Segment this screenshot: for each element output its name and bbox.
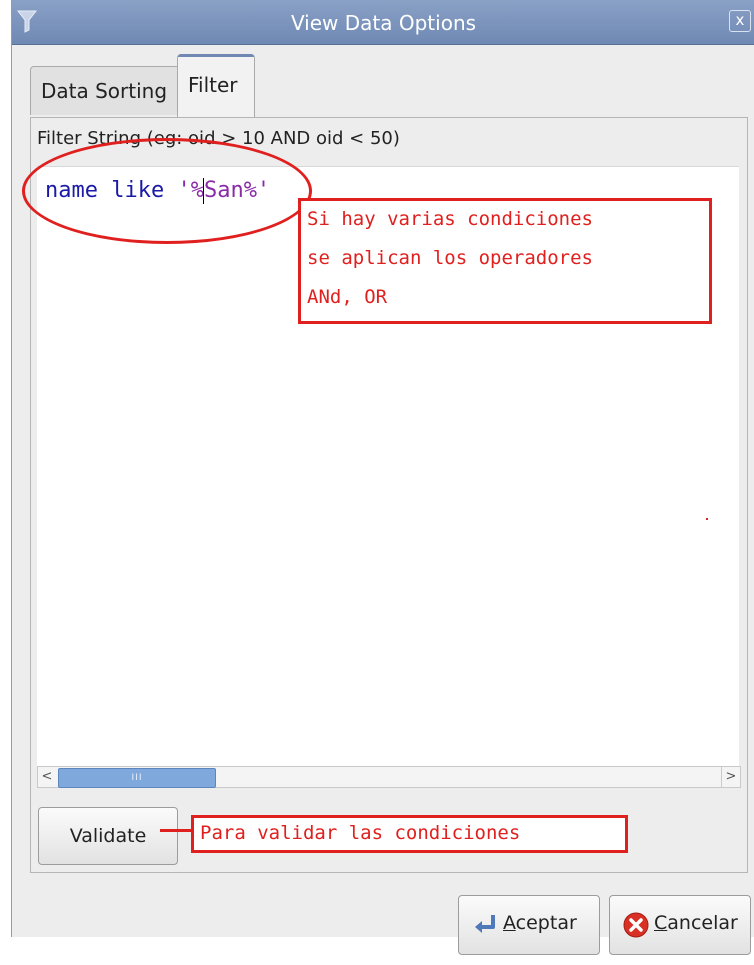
title-bar[interactable]: View Data Options x [12,0,754,45]
cancelar-rest: ancelar [667,912,738,934]
cancel-x-icon [623,912,649,938]
scrollbar-thumb[interactable]: III [58,768,216,788]
aceptar-label: Aceptar [503,912,577,934]
enter-arrow-icon [475,915,495,933]
cancelar-mnemonic: C [654,912,668,934]
scroll-right-icon[interactable]: > [721,767,740,787]
active-tab-indicator [178,54,254,57]
validate-annotation-text: Para validar las condiciones [200,822,521,844]
stray-mark [706,518,708,520]
aceptar-mnemonic: A [503,912,516,934]
window-title: View Data Options [290,11,477,35]
conditions-annotation: Si hay varias condiciones se aplican los… [298,198,712,324]
aceptar-rest: ceptar [515,912,577,934]
aceptar-button[interactable]: Aceptar [458,895,600,955]
annotation-ellipse [22,138,312,244]
cancelar-button[interactable]: Cancelar [609,895,751,955]
annotation-line-2: se aplican los operadores [307,247,593,269]
validate-annotation: Para validar las condiciones [191,815,628,853]
annotation-line-3: ANd, OR [307,286,388,308]
tab-data-sorting[interactable]: Data Sorting [30,66,190,115]
tab-filter-label: Filter [188,73,238,97]
scroll-left-icon[interactable]: < [38,767,56,787]
tab-filter[interactable]: Filter [177,54,255,117]
close-icon[interactable]: x [729,10,751,32]
annotation-connector [160,829,191,832]
cancelar-label: Cancelar [654,912,738,934]
annotation-line-1: Si hay varias condiciones [307,208,593,230]
horizontal-scrollbar[interactable]: < III > [37,766,741,788]
validate-button[interactable]: Validate [38,807,178,865]
